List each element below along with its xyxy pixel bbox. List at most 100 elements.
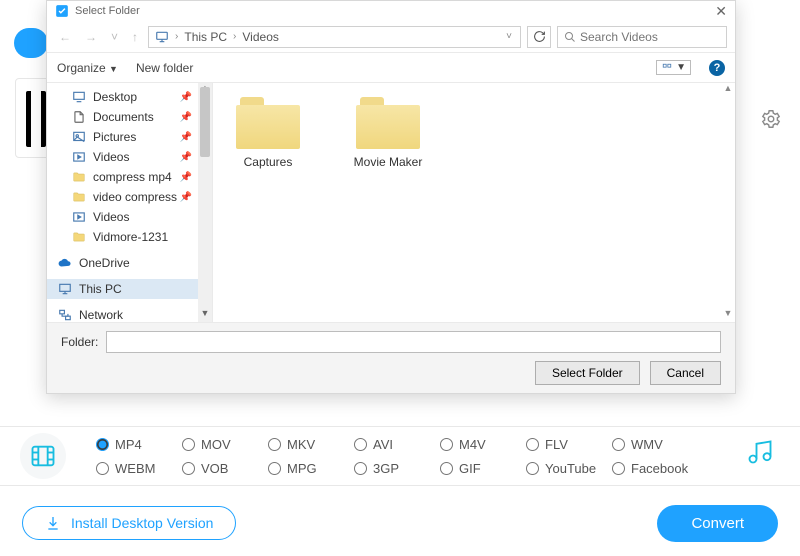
- format-radio[interactable]: [182, 462, 195, 475]
- format-option-m4v[interactable]: M4V: [440, 437, 526, 452]
- folder-icon: [236, 97, 300, 149]
- film-icon[interactable]: [20, 433, 66, 479]
- scroll-down-icon[interactable]: ▼: [721, 308, 735, 322]
- format-option-mp4[interactable]: MP4: [96, 437, 182, 452]
- tree-item-label: compress mp4: [93, 170, 172, 184]
- folder-icon: [71, 169, 87, 185]
- folder-tree: Desktop📌Documents📌Pictures📌Videos📌compre…: [47, 83, 213, 322]
- search-input[interactable]: [580, 30, 720, 44]
- format-label: MOV: [201, 437, 231, 452]
- breadcrumb[interactable]: › This PC › Videos ˅: [148, 26, 521, 48]
- format-label: Facebook: [631, 461, 688, 476]
- scroll-up-icon[interactable]: ▲: [721, 83, 735, 97]
- pin-icon: 📌: [180, 112, 192, 123]
- chevron-down-icon[interactable]: ˅: [504, 31, 514, 42]
- format-radio[interactable]: [182, 438, 195, 451]
- folder-input[interactable]: [106, 331, 721, 353]
- music-icon[interactable]: [746, 438, 774, 466]
- nav-forward-icon[interactable]: →: [81, 28, 101, 46]
- organize-menu[interactable]: Organize ▼: [57, 61, 118, 75]
- tree-item[interactable]: compress mp4📌: [47, 167, 212, 187]
- format-label: WMV: [631, 437, 663, 452]
- format-radio[interactable]: [612, 462, 625, 475]
- tree-item[interactable]: video compress📌: [47, 187, 212, 207]
- tree-item-label: Desktop: [93, 90, 137, 104]
- format-radio[interactable]: [526, 438, 539, 451]
- tree-item[interactable]: Pictures📌: [47, 127, 212, 147]
- format-option-facebook[interactable]: Facebook: [612, 461, 698, 476]
- format-radio[interactable]: [268, 438, 281, 451]
- tree-scrollbar[interactable]: ▲ ▼: [198, 83, 212, 322]
- format-radio[interactable]: [96, 438, 109, 451]
- tree-root-thispc[interactable]: This PC: [47, 279, 212, 299]
- tree-item-label: Vidmore-1231: [93, 230, 168, 244]
- close-icon[interactable]: ✕: [715, 3, 727, 20]
- format-option-youtube[interactable]: YouTube: [526, 461, 612, 476]
- folder-item[interactable]: Movie Maker: [343, 97, 433, 169]
- tree-item[interactable]: Videos📌: [47, 147, 212, 167]
- format-option-gif[interactable]: GIF: [440, 461, 526, 476]
- file-scrollbar[interactable]: ▲ ▼: [721, 83, 735, 322]
- video-icon: [71, 209, 87, 225]
- nav-up-icon[interactable]: ↑: [128, 28, 142, 46]
- format-radio[interactable]: [612, 438, 625, 451]
- format-radio[interactable]: [526, 462, 539, 475]
- format-label: MP4: [115, 437, 142, 452]
- view-mode-button[interactable]: ▼: [656, 60, 691, 75]
- gear-icon[interactable]: [760, 108, 782, 130]
- app-icon: [55, 4, 69, 18]
- format-option-avi[interactable]: AVI: [354, 437, 440, 452]
- breadcrumb-current[interactable]: Videos: [242, 30, 278, 44]
- tree-item-label: Videos: [93, 210, 129, 224]
- select-folder-button[interactable]: Select Folder: [535, 361, 640, 385]
- monitor-icon: [155, 30, 169, 44]
- nav-back-icon[interactable]: ←: [55, 28, 75, 46]
- tree-root-onedrive[interactable]: OneDrive: [47, 253, 212, 273]
- format-option-mkv[interactable]: MKV: [268, 437, 354, 452]
- format-radio[interactable]: [440, 438, 453, 451]
- format-radio[interactable]: [268, 462, 281, 475]
- chevron-down-icon: ▼: [676, 62, 686, 73]
- format-radio[interactable]: [96, 462, 109, 475]
- convert-button[interactable]: Convert: [657, 505, 778, 542]
- format-option-vob[interactable]: VOB: [182, 461, 268, 476]
- chevron-down-icon[interactable]: ˅: [107, 28, 122, 46]
- folder-item[interactable]: Captures: [223, 97, 313, 169]
- tree-root-network[interactable]: Network: [47, 305, 212, 322]
- tree-item[interactable]: Vidmore-1231: [47, 227, 212, 247]
- pin-icon: 📌: [180, 152, 192, 163]
- format-option-wmv[interactable]: WMV: [612, 437, 698, 452]
- video-icon: [71, 149, 87, 165]
- install-desktop-button[interactable]: Install Desktop Version: [22, 506, 236, 540]
- cancel-button[interactable]: Cancel: [650, 361, 721, 385]
- scroll-down-icon[interactable]: ▼: [198, 308, 212, 322]
- tree-item-label: Network: [79, 308, 123, 322]
- refresh-button[interactable]: [527, 26, 551, 48]
- format-radio[interactable]: [440, 462, 453, 475]
- search-field[interactable]: [557, 26, 727, 48]
- folder-label: Movie Maker: [343, 155, 433, 169]
- format-radio[interactable]: [354, 462, 367, 475]
- help-icon[interactable]: ?: [709, 60, 725, 76]
- pin-icon: 📌: [180, 132, 192, 143]
- format-option-mov[interactable]: MOV: [182, 437, 268, 452]
- tree-item[interactable]: Documents 📌: [47, 107, 212, 127]
- format-radio[interactable]: [354, 438, 367, 451]
- tree-item[interactable]: Desktop📌: [47, 87, 212, 107]
- file-pane[interactable]: Captures Movie Maker ▲ ▼: [213, 83, 735, 322]
- folder-label: Folder:: [61, 335, 98, 349]
- dialog-navbar: ← → ˅ ↑ › This PC › Videos ˅: [47, 21, 735, 53]
- format-label: WEBM: [115, 461, 155, 476]
- format-option-webm[interactable]: WEBM: [96, 461, 182, 476]
- tree-item-label: Documents: [93, 110, 154, 124]
- format-option-3gp[interactable]: 3GP: [354, 461, 440, 476]
- format-label: MPG: [287, 461, 317, 476]
- format-option-mpg[interactable]: MPG: [268, 461, 354, 476]
- breadcrumb-root[interactable]: This PC: [184, 30, 227, 44]
- format-option-flv[interactable]: FLV: [526, 437, 612, 452]
- scroll-thumb[interactable]: [200, 87, 210, 157]
- tree-item[interactable]: Videos: [47, 207, 212, 227]
- bg-add-button[interactable]: [14, 28, 48, 58]
- dialog-footer: Folder: Select Folder Cancel: [47, 322, 735, 393]
- new-folder-button[interactable]: New folder: [136, 61, 193, 75]
